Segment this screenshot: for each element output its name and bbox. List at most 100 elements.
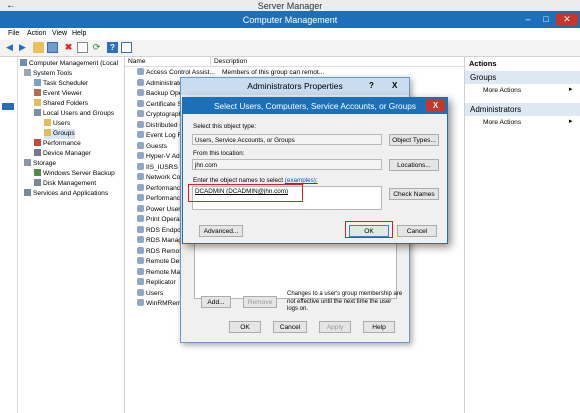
list-item[interactable]: Hyper-V Adm [137,152,185,163]
up-folder-icon[interactable] [33,42,44,53]
list-item[interactable]: Distributed C [137,120,184,132]
add-button[interactable]: Add... [201,296,231,308]
action-pane-icon[interactable] [121,42,132,53]
column-header-description[interactable]: Description [211,57,465,67]
tree-item-event-viewer[interactable]: Event Viewer [34,89,82,99]
list-item[interactable]: Performance [137,194,184,205]
list-item[interactable]: Certificate Se [137,99,186,111]
list-item[interactable]: Guests [137,141,167,153]
more-actions-administrators[interactable]: More Actions [483,117,521,129]
menu-view[interactable]: View [52,28,67,40]
menu-help[interactable]: Help [72,28,86,40]
group-icon [137,173,144,180]
membership-note: Changes to a user's group membership are… [287,291,403,312]
tree-item-performance[interactable]: Performance [34,139,81,149]
menu-action[interactable]: Action [27,28,46,40]
menu-file[interactable]: File [8,28,19,40]
column-header-name[interactable]: Name [125,57,211,67]
group-icon [137,215,144,222]
refresh-icon[interactable]: ⟳ [91,42,102,53]
properties-icon[interactable] [77,42,88,53]
tree-item-windows-server-backup[interactable]: Windows Server Backup [34,169,115,179]
object-types-button[interactable]: Object Types... [389,134,439,146]
group-icon [137,152,144,159]
list-item[interactable]: Administrato [137,78,183,90]
group-icon [137,131,144,138]
list-item[interactable]: RDS Endpoin [137,225,186,237]
props-help-button[interactable]: Help [363,321,395,333]
group-icon [137,110,144,117]
advanced-button[interactable]: Advanced... [199,225,243,237]
tree-item-users[interactable]: Users [44,119,70,129]
list-item[interactable]: Network Con [137,173,184,184]
tree-item-device-manager[interactable]: Device Manager [34,149,91,159]
group-icon [137,78,144,86]
backup-icon [34,169,41,176]
tree-item-services-apps[interactable]: Services and Applications [24,189,108,199]
list-item[interactable]: RDS Manage [137,236,186,247]
actions-section-groups[interactable]: Groups [465,71,580,84]
list-item[interactable]: Performance [137,183,184,195]
close-button[interactable]: ✕ [556,13,578,25]
group-icon [137,236,144,243]
close-button[interactable]: X [426,99,445,112]
tree-item-task-scheduler[interactable]: Task Scheduler [34,79,88,89]
actions-pane: Actions Groups More Actions ▸ Administra… [464,57,580,413]
group-icon [137,162,144,170]
tree-item-storage[interactable]: Storage [24,159,56,169]
tree-item-shared-folders[interactable]: Shared Folders [34,99,88,109]
remove-button[interactable]: Remove [243,296,277,308]
locations-button[interactable]: Locations... [389,159,439,171]
highlight-box [188,184,303,202]
cancel-button[interactable]: Cancel [397,225,437,237]
group-icon [137,299,144,306]
list-item[interactable]: Remote Desk [137,257,186,268]
group-icon [137,204,144,212]
tree-item-groups[interactable]: Groups [44,129,75,139]
location-label: From this location: [193,150,245,157]
list-item[interactable]: WinRMRemo [137,299,185,310]
close-icon[interactable]: X [392,81,397,90]
tree-item-local-users-groups[interactable]: Local Users and Groups [34,109,114,119]
list-item[interactable]: RDS Remote [137,246,185,258]
back-arrow-icon[interactable]: ◀ [4,42,15,53]
group-icon [137,225,144,233]
list-item[interactable]: Backup Oper [137,89,184,100]
list-item[interactable]: Event Log Re [137,131,186,142]
props-dialog-title: Administrators Properties [181,78,409,95]
maximize-button[interactable]: □ [538,13,554,25]
list-item[interactable]: Users [137,288,163,300]
storage-icon [24,159,31,166]
examples-link[interactable]: (examples): [285,177,318,184]
props-apply-button[interactable]: Apply [319,321,351,333]
tree-item-disk-management[interactable]: Disk Management [34,179,96,189]
group-icon [137,194,144,201]
tree-item-system-tools[interactable]: System Tools [24,69,72,79]
list-item[interactable]: Print Operato [137,215,185,226]
actions-section-administrators[interactable]: Administrators [465,103,580,116]
show-hide-tree-icon[interactable] [47,42,58,53]
help-icon[interactable]: ? [107,42,118,53]
delete-icon[interactable]: ✖ [63,42,74,53]
check-names-button[interactable]: Check Names [389,188,439,200]
object-type-label: Select this object type: [193,123,257,130]
list-item[interactable]: IIS_IUSRS [137,162,178,174]
computer-icon [20,59,27,66]
forward-arrow-icon[interactable]: ▶ [17,42,28,53]
folder-icon [34,99,41,106]
props-cancel-button[interactable]: Cancel [273,321,307,333]
menu-bar: File Action View Help [0,28,580,40]
props-ok-button[interactable]: OK [229,321,261,333]
more-actions-groups[interactable]: More Actions [483,85,521,97]
tree-item-computer-management[interactable]: Computer Management (Local [20,59,118,69]
tools-icon [24,69,31,76]
list-item[interactable]: Power Users [137,204,184,216]
users-icon [34,109,41,116]
list-item[interactable]: Cryptograph [137,110,182,121]
list-item[interactable]: Replicator [137,278,176,289]
clock-icon [34,79,41,86]
ok-button[interactable]: OK [349,225,389,237]
help-icon[interactable]: ? [369,81,374,90]
minimize-button[interactable]: – [520,13,536,25]
group-icon [137,89,144,96]
